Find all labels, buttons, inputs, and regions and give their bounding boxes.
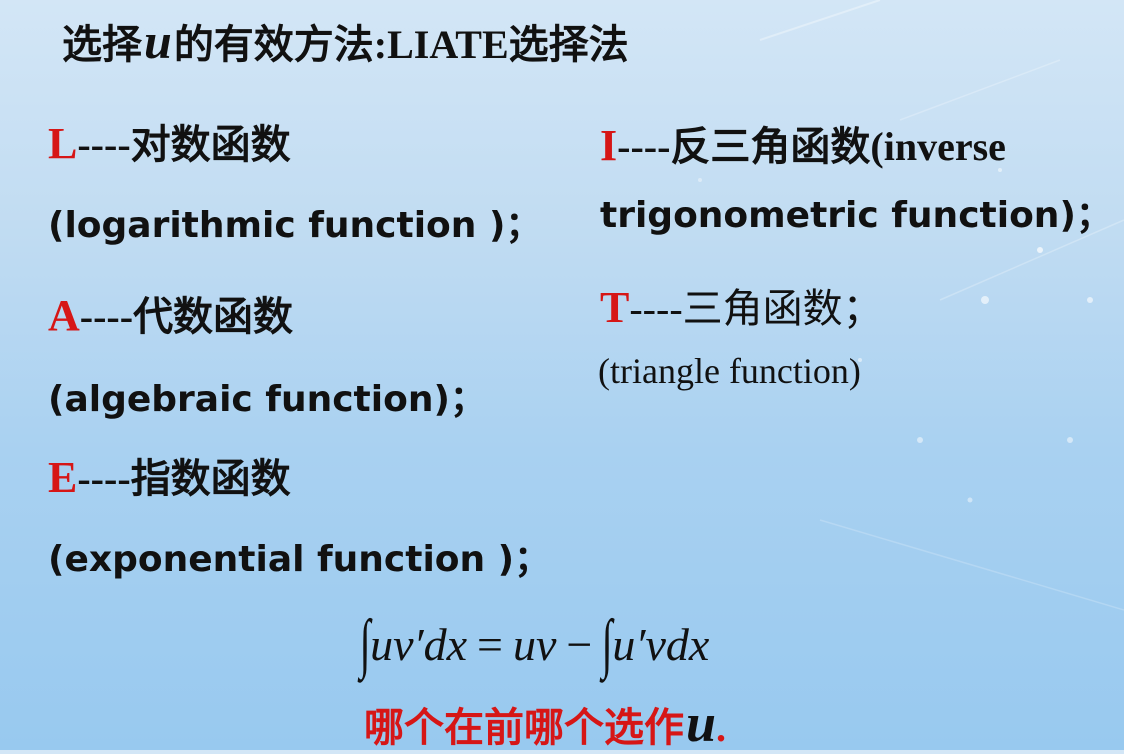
- formula-lhs: uv′dx: [370, 618, 467, 670]
- conclusion-text: 哪个在前哪个选作 u .: [364, 692, 726, 754]
- item-l-letter: L: [48, 119, 78, 168]
- slide-title: 选择 u 的有效方法:LIATE选择法: [62, 12, 629, 70]
- item-a-english: (algebraic function)；: [48, 379, 486, 420]
- integral-sign-2: ∫: [601, 607, 613, 680]
- item-l-english: (logarithmic function )；: [48, 205, 542, 246]
- item-e-label: ----指数函数: [77, 456, 291, 501]
- item-l-heading: L ----对数函数: [48, 112, 291, 170]
- slide: 选择 u 的有效方法:LIATE选择法 L ----对数函数 (logarith…: [0, 0, 1124, 753]
- item-l-label: ----对数函数: [77, 122, 291, 167]
- formula-equals: =: [477, 618, 503, 670]
- formula-uv: uv: [512, 618, 557, 670]
- formula-rhs: u′vdx: [612, 618, 710, 670]
- conclusion-variable-u: u: [686, 693, 717, 753]
- title-prefix: 选择: [62, 22, 142, 67]
- item-t-english: (triangle function): [598, 351, 861, 391]
- conclusion-label: 哪个在前哪个选作: [364, 705, 684, 750]
- title-variable-u: u: [144, 13, 172, 69]
- integration-by-parts-formula: ∫ uv′dx = uv − ∫ u′vdx: [359, 606, 710, 682]
- title-suffix: 的有效方法:LIATE选择法: [173, 22, 629, 67]
- item-t-letter: T: [600, 283, 630, 332]
- item-i-label: ----反三角函数(inverse: [617, 124, 1006, 169]
- item-a-heading: A ----代数函数: [48, 284, 293, 342]
- item-e-letter: E: [48, 453, 78, 502]
- item-t-heading: T ----三角函数；: [600, 276, 883, 334]
- item-e-english: (exponential function )；: [48, 539, 551, 580]
- item-i-letter: I: [600, 121, 618, 170]
- conclusion-period: .: [716, 705, 727, 750]
- formula-minus: −: [566, 618, 593, 670]
- item-t-label: ----三角函数；: [629, 286, 883, 331]
- item-a-letter: A: [48, 291, 80, 340]
- item-e-heading: E ----指数函数: [48, 446, 291, 504]
- integral-sign: ∫: [359, 607, 371, 680]
- item-i-english: trigonometric function)；: [600, 195, 1112, 236]
- item-i-heading: I ----反三角函数(inverse: [600, 114, 1006, 172]
- item-a-label: ----代数函数: [79, 294, 294, 339]
